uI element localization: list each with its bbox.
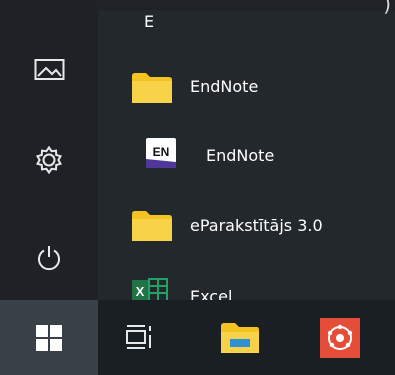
app-item-label: EndNote [206,146,275,165]
power-button[interactable] [22,236,76,280]
group-letter-header[interactable]: E [144,12,154,31]
left-rail [0,0,98,300]
app-item-label: eParakstītājs 3.0 [190,216,323,235]
app-item-eparakstitajs-folder[interactable]: eParakstītājs 3.0 [124,204,386,252]
app-item-endnote-app[interactable]: EN EndNote [124,134,386,182]
file-explorer-button[interactable] [198,300,282,375]
settings-button[interactable] [22,138,76,182]
gear-icon [36,145,62,175]
start-button[interactable] [0,300,98,375]
red-app-button[interactable] [305,300,375,375]
app-item-label: EndNote [190,77,259,96]
taskbar [0,300,395,375]
pictures-button[interactable] [22,48,76,92]
start-menu-screen: ) E EndNote EN EndNote eParakstītājs 3.0… [0,0,395,375]
picture-icon [34,59,64,80]
folder-icon [132,73,172,103]
app-list: E EndNote EN EndNote eParakstītājs 3.0 X… [98,0,395,306]
task-view-button[interactable] [101,300,179,375]
windows-icon [36,324,62,351]
red-app-icon [320,317,360,358]
svg-text:EN: EN [153,145,170,159]
file-explorer-icon [221,322,259,353]
endnote-app-icon: EN [146,138,176,168]
app-item-endnote-folder[interactable]: EndNote [124,66,386,114]
task-view-icon [126,324,151,349]
folder-icon [132,211,172,241]
svg-text:X: X [136,284,145,299]
power-icon [38,246,60,271]
